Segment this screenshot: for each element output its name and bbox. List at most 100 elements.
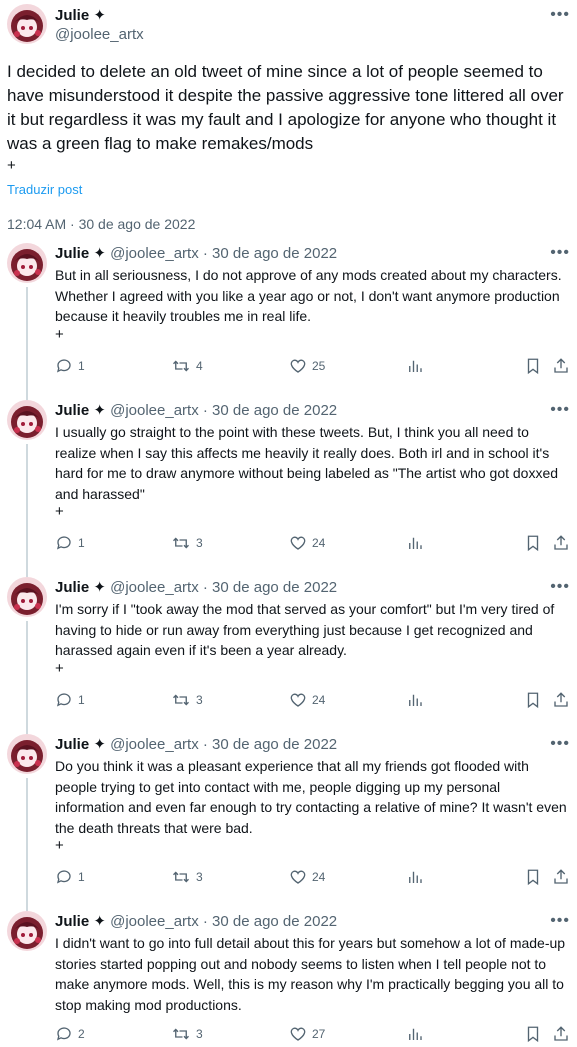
repost-button[interactable]: 3 <box>171 868 203 886</box>
more-icon[interactable]: ••• <box>550 579 570 595</box>
author-name[interactable]: Julie ✦ <box>55 402 106 419</box>
author-name[interactable]: Julie ✦ <box>55 579 106 596</box>
share-button[interactable] <box>552 868 570 886</box>
views-button[interactable] <box>406 691 424 709</box>
repost-count: 3 <box>196 870 203 884</box>
repost-count: 3 <box>196 693 203 707</box>
reply-icon <box>55 868 73 886</box>
reply-button[interactable]: 1 <box>55 868 85 886</box>
action-bar: 1 4 25 <box>55 357 575 377</box>
bookmark-button[interactable] <box>524 691 542 709</box>
share-button[interactable] <box>552 357 570 375</box>
reply-text: But in all seriousness, I do not approve… <box>55 267 562 324</box>
like-button[interactable]: 27 <box>289 1025 325 1043</box>
bookmark-icon <box>524 534 542 552</box>
avatar[interactable] <box>7 400 47 440</box>
like-button[interactable]: 25 <box>289 357 325 375</box>
views-button[interactable] <box>406 1025 424 1043</box>
reply-count: 1 <box>78 359 85 373</box>
bookmark-button[interactable] <box>524 534 542 552</box>
reply-icon <box>55 1025 73 1043</box>
repost-button[interactable]: 3 <box>171 691 203 709</box>
avatar[interactable] <box>7 4 47 44</box>
author-handle[interactable]: @joolee_artx <box>55 26 144 43</box>
repost-count: 4 <box>196 359 203 373</box>
views-button[interactable] <box>406 357 424 375</box>
bookmark-button[interactable] <box>524 357 542 375</box>
thread-line <box>26 778 28 911</box>
heart-icon <box>289 357 307 375</box>
heart-icon <box>289 1025 307 1043</box>
thread-line <box>26 287 28 400</box>
avatar[interactable] <box>7 243 47 283</box>
like-button[interactable]: 24 <box>289 534 325 552</box>
plus-marker: + <box>55 326 64 343</box>
analytics-icon <box>406 534 424 552</box>
plus-marker: + <box>55 837 64 854</box>
reply-header: Julie ✦ @joolee_artx · 30 de ago de 2022 <box>55 244 337 262</box>
action-bar: 1 3 24 <box>55 868 575 888</box>
share-button[interactable] <box>552 534 570 552</box>
avatar[interactable] <box>7 577 47 617</box>
thread-line <box>26 444 28 577</box>
reply-button[interactable]: 1 <box>55 534 85 552</box>
bookmark-button[interactable] <box>524 868 542 886</box>
more-icon[interactable]: ••• <box>550 736 570 752</box>
author-meta[interactable]: @joolee_artx · 30 de ago de 2022 <box>110 402 337 419</box>
avatar[interactable] <box>7 911 47 951</box>
like-count: 24 <box>312 693 326 707</box>
author-name[interactable]: Julie ✦ <box>55 736 106 753</box>
views-button[interactable] <box>406 534 424 552</box>
repost-button[interactable]: 4 <box>171 357 203 375</box>
repost-count: 3 <box>196 1027 203 1041</box>
more-icon[interactable]: ••• <box>550 7 570 23</box>
author-meta[interactable]: @joolee_artx · 30 de ago de 2022 <box>110 579 337 596</box>
author-name[interactable]: Julie ✦ <box>55 913 106 930</box>
share-icon <box>552 357 570 375</box>
more-icon[interactable]: ••• <box>550 245 570 261</box>
author-meta[interactable]: @joolee_artx · 30 de ago de 2022 <box>110 245 337 262</box>
author-meta[interactable]: @joolee_artx · 30 de ago de 2022 <box>110 736 337 753</box>
action-bar: 2 3 27 <box>55 1025 575 1045</box>
tweet-timestamp[interactable]: 12:04 AM · 30 de ago de 2022 <box>7 216 195 232</box>
repost-button[interactable]: 3 <box>171 1025 203 1043</box>
views-button[interactable] <box>406 868 424 886</box>
repost-icon <box>171 691 191 709</box>
share-button[interactable] <box>552 691 570 709</box>
repost-icon <box>171 357 191 375</box>
plus-marker: + <box>7 157 16 174</box>
like-button[interactable]: 24 <box>289 691 325 709</box>
author-name[interactable]: Julie ✦ <box>55 245 106 262</box>
share-button[interactable] <box>552 1025 570 1043</box>
bookmark-button[interactable] <box>524 1025 542 1043</box>
reply-text: Do you think it was a pleasant experienc… <box>55 758 567 836</box>
reply-header: Julie ✦ @joolee_artx · 30 de ago de 2022 <box>55 735 337 753</box>
reply-text: I usually go straight to the point with … <box>55 424 559 502</box>
like-count: 27 <box>312 1027 326 1041</box>
like-count: 25 <box>312 359 326 373</box>
more-icon[interactable]: ••• <box>550 913 570 929</box>
bookmark-icon <box>524 1025 542 1043</box>
more-icon[interactable]: ••• <box>550 402 570 418</box>
repost-button[interactable]: 3 <box>171 534 203 552</box>
tweet-text: I decided to delete an old tweet of mine… <box>7 62 564 153</box>
repost-icon <box>171 868 191 886</box>
reply-icon <box>55 691 73 709</box>
like-count: 24 <box>312 870 326 884</box>
bookmark-icon <box>524 868 542 886</box>
analytics-icon <box>406 1025 424 1043</box>
thread-line <box>26 621 28 734</box>
author-meta[interactable]: @joolee_artx · 30 de ago de 2022 <box>110 913 337 930</box>
like-button[interactable]: 24 <box>289 868 325 886</box>
reply-button[interactable]: 1 <box>55 357 85 375</box>
heart-icon <box>289 868 307 886</box>
author-name[interactable]: Julie ✦ <box>55 6 106 24</box>
reply-header: Julie ✦ @joolee_artx · 30 de ago de 2022 <box>55 578 337 596</box>
reply-button[interactable]: 1 <box>55 691 85 709</box>
reply-button[interactable]: 2 <box>55 1025 85 1043</box>
reply-count: 1 <box>78 693 85 707</box>
reply-header: Julie ✦ @joolee_artx · 30 de ago de 2022 <box>55 912 337 930</box>
reply-header: Julie ✦ @joolee_artx · 30 de ago de 2022 <box>55 401 337 419</box>
avatar[interactable] <box>7 734 47 774</box>
translate-link[interactable]: Traduzir post <box>7 182 82 197</box>
